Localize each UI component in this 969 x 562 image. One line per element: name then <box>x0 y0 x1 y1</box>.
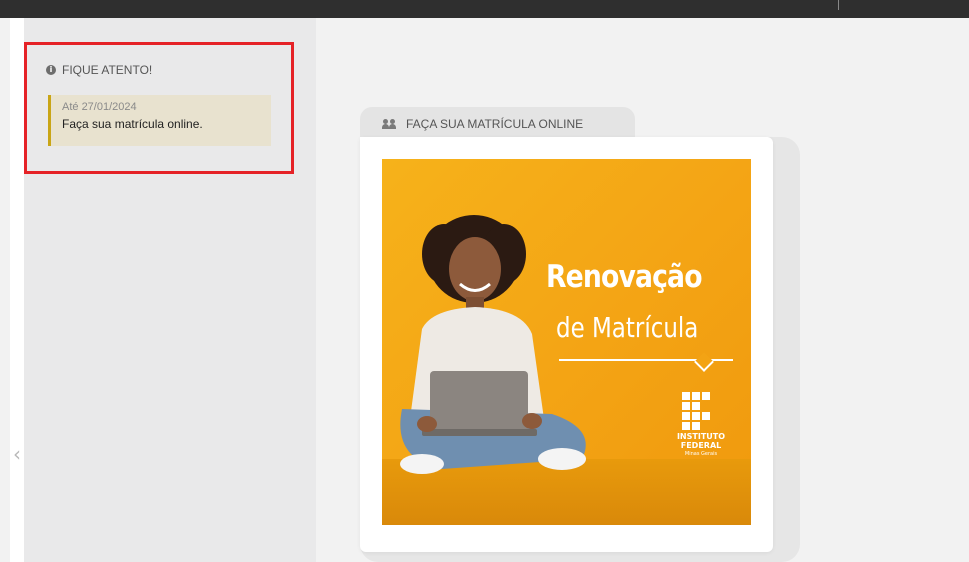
banner-subtitle: de Matrícula <box>556 311 699 344</box>
info-icon: i <box>46 65 56 75</box>
carousel-prev-button[interactable]: ‹ <box>10 440 24 468</box>
if-logo <box>682 392 714 432</box>
tab-matricula-online[interactable]: FAÇA SUA MATRÍCULA ONLINE <box>360 107 635 141</box>
renovacao-banner[interactable]: Renovação de Matrícula INSTITUTO FEDERAL… <box>382 159 751 525</box>
notice-title: FIQUE ATENTO! <box>62 63 153 77</box>
top-bar-divider <box>838 0 839 10</box>
notice-date: Até 27/01/2024 <box>62 101 137 113</box>
notice-header: i FIQUE ATENTO! <box>46 62 152 78</box>
logo-line-2: FEDERAL <box>680 441 722 450</box>
tab-label: FAÇA SUA MATRÍCULA ONLINE <box>406 117 584 131</box>
logo-line-3: Minas Gerais <box>684 451 718 457</box>
people-icon <box>382 119 396 129</box>
left-strip <box>0 18 10 562</box>
notice-text: Faça sua matrícula online. <box>62 117 203 131</box>
banner-title: Renovação <box>546 259 703 295</box>
logo-line-1: INSTITUTO <box>676 432 726 441</box>
notice-card[interactable]: Até 27/01/2024 Faça sua matrícula online… <box>48 95 271 146</box>
top-bar <box>0 0 969 18</box>
logo-text: INSTITUTO FEDERAL Minas Gerais <box>669 432 733 458</box>
